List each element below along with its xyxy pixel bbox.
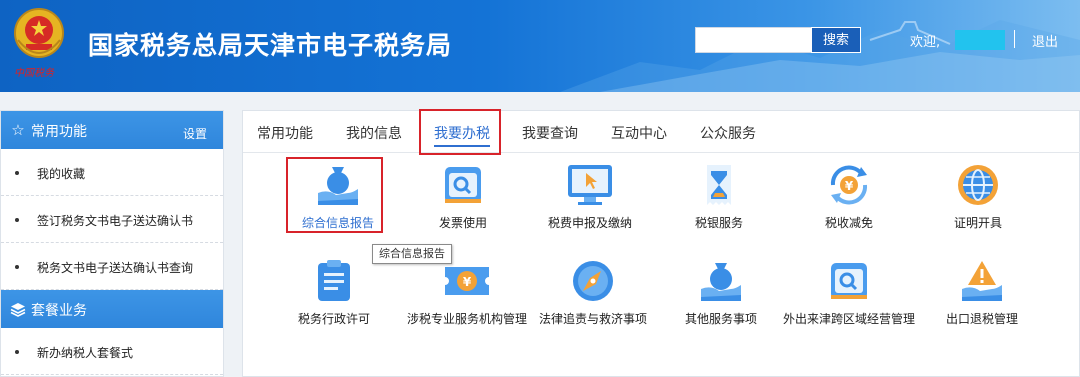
site-title: 国家税务总局天津市电子税务局 <box>88 31 453 60</box>
emblem-caption: 中国税务 <box>14 68 54 79</box>
hover-tooltip: 综合信息报告 <box>372 244 452 264</box>
tab-public-services[interactable]: 公众服务 <box>700 123 756 143</box>
bullet <box>15 350 19 354</box>
settings-link[interactable]: 设置 <box>183 125 207 142</box>
tab-query[interactable]: 我要查询 <box>522 123 578 143</box>
service-label: 税费申报及缴纳 <box>547 216 632 230</box>
service-tax-bank[interactable]: 税银服务 <box>664 163 774 233</box>
welcome-text: 欢迎, <box>910 35 941 50</box>
bullet <box>15 171 19 175</box>
sidebar-section-title: 常用功能 <box>31 124 87 140</box>
warning-hand-icon <box>962 261 1002 301</box>
sidebar-item-sign-confirmation[interactable]: 签订税务文书电子送达确认书 <box>1 196 223 243</box>
main-panel: 常用功能 我的信息 我要办税 我要查询 互动中心 公众服务 综合信息报告 发票使… <box>242 109 1080 377</box>
highlight-box-tab <box>419 109 501 155</box>
service-label: 税务行政许可 <box>297 312 370 326</box>
globe-certificate-icon <box>958 165 998 205</box>
site-header: 中国税务 国家税务总局天津市电子税务局 搜索 欢迎, 退出 <box>0 0 1080 92</box>
service-label: 税收减免 <box>824 216 873 230</box>
service-tax-agency-management[interactable]: ¥ 涉税专业服务机构管理 <box>397 259 537 329</box>
sidebar-item-favorites[interactable]: 我的收藏 <box>1 149 223 196</box>
layers-icon <box>9 300 27 318</box>
service-label: 出口退税管理 <box>945 312 1018 326</box>
hourglass-receipt-icon <box>707 165 731 205</box>
service-label: 涉税专业服务机构管理 <box>406 312 527 326</box>
service-label: 发票使用 <box>438 216 487 230</box>
invoice-search-icon <box>445 167 481 203</box>
search-button[interactable]: 搜索 <box>811 27 861 53</box>
sidebar-section-packages[interactable]: 套餐业务 <box>1 290 223 328</box>
sidebar-section-common[interactable]: ☆ 常用功能 设置 <box>1 111 223 149</box>
tab-my-info[interactable]: 我的信息 <box>346 123 402 143</box>
monitor-cursor-icon <box>568 165 612 205</box>
logout-link[interactable]: 退出 <box>1032 31 1058 50</box>
service-certificate-issuance[interactable]: 证明开具 <box>923 163 1033 233</box>
service-export-tax-refund[interactable]: 出口退税管理 <box>927 259 1037 329</box>
search-input[interactable] <box>695 27 811 53</box>
service-other-matters[interactable]: 其他服务事项 <box>666 259 776 329</box>
bullet <box>15 218 19 222</box>
service-tax-filing-payment[interactable]: 税费申报及缴纳 <box>535 163 645 233</box>
sidebar-section-title: 套餐业务 <box>31 303 87 319</box>
highlight-box-service <box>286 157 383 233</box>
service-invoice-usage[interactable]: 发票使用 <box>408 163 518 233</box>
service-label: 税银服务 <box>694 216 743 230</box>
header-divider <box>1014 30 1015 48</box>
sidebar-item-new-taxpayer-package[interactable]: 新办纳税人套餐式 <box>1 328 223 375</box>
service-label: 其他服务事项 <box>684 312 757 326</box>
sidebar: ☆ 常用功能 设置 我的收藏 签订税务文书电子送达确认书 税务文书电子送达确认书… <box>0 110 224 377</box>
service-cross-region-operation[interactable]: 外出来津跨区域经营管理 <box>781 259 917 329</box>
service-label: 法律追责与救济事项 <box>538 312 647 326</box>
star-icon: ☆ <box>11 121 25 139</box>
yuan-ticket-icon: ¥ <box>445 267 489 295</box>
compass-icon <box>573 261 613 301</box>
invoice-search-icon <box>831 263 867 299</box>
tab-bar: 常用功能 我的信息 我要办税 我要查询 互动中心 公众服务 <box>243 111 1080 153</box>
tax-emblem-logo <box>14 8 64 58</box>
sidebar-item-label: 新办纳税人套餐式 <box>37 346 134 360</box>
svg-text:¥: ¥ <box>463 275 472 289</box>
tab-interaction-center[interactable]: 互动中心 <box>611 123 667 143</box>
clipboard-icon <box>318 260 350 301</box>
sidebar-item-label: 签订税务文书电子送达确认书 <box>37 214 194 228</box>
service-label: 证明开具 <box>953 216 1002 230</box>
service-legal-remedy[interactable]: 法律追责与救济事项 <box>523 259 663 329</box>
bullet <box>15 265 19 269</box>
sidebar-item-confirmation-query[interactable]: 税务文书电子送达确认书查询 <box>1 243 223 290</box>
sidebar-item-label: 我的收藏 <box>37 167 86 181</box>
sidebar-item-label: 税务文书电子送达确认书查询 <box>37 261 194 275</box>
yuan-refresh-icon: ¥ <box>830 165 868 205</box>
service-tax-reduction[interactable]: ¥ 税收减免 <box>794 163 904 233</box>
money-bag-hand-icon <box>701 263 741 301</box>
svg-text:¥: ¥ <box>845 179 854 193</box>
service-admin-license[interactable]: 税务行政许可 <box>279 259 389 329</box>
service-label: 外出来津跨区域经营管理 <box>782 312 915 326</box>
tab-common-functions[interactable]: 常用功能 <box>257 123 313 143</box>
username-redacted <box>955 30 1005 50</box>
